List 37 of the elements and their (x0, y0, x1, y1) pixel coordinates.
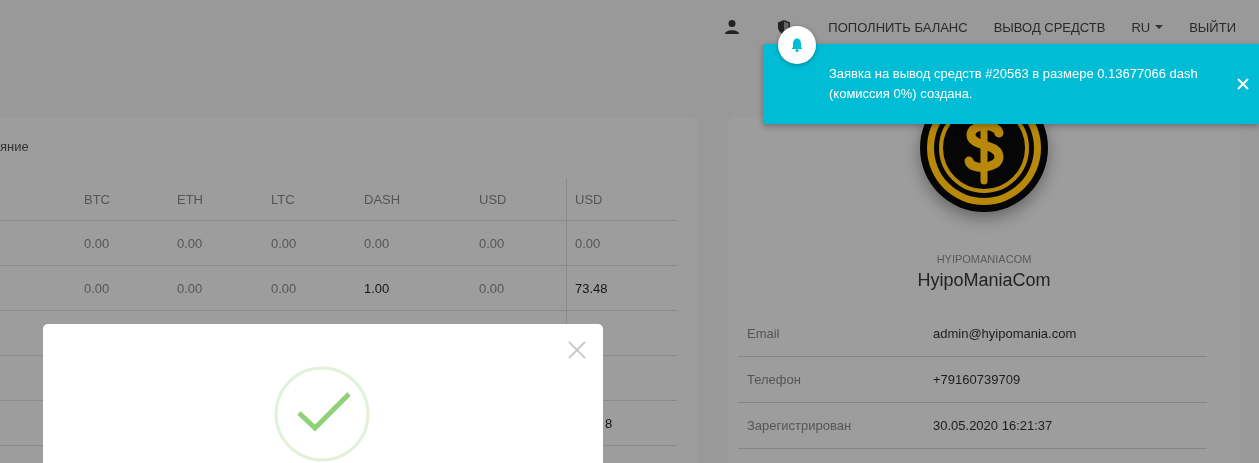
table-cell: 0.00 (84, 280, 110, 296)
field-label: Телефон (747, 372, 802, 387)
nav-link[interactable]: ПОПОЛНИТЬ БАЛАНС (828, 19, 968, 35)
table-cell: 8 (605, 415, 613, 431)
table-cell: 0.00 (479, 235, 505, 251)
card-heading: яние (0, 138, 30, 156)
display-name: HyipoManiaCom (917, 270, 1051, 291)
table-cell: 0.00 (271, 235, 297, 251)
table-cell: 0.00 (575, 235, 601, 251)
table-cell: 73.48 (575, 280, 608, 296)
table-cell: 0.00 (479, 280, 505, 296)
username: HYIPOMANIACOM (936, 253, 1032, 265)
table-cell: 0.00 (84, 235, 110, 251)
column-header: BTC (84, 191, 110, 207)
field-value: admin@hyipomania.com (933, 326, 1077, 341)
caret-icon (1155, 25, 1164, 29)
column-header: DASH (364, 191, 401, 207)
field-label: Зарегистрирован (747, 418, 853, 433)
language-dropdown[interactable]: RU (1131, 19, 1164, 35)
table-cell: 0.00 (364, 235, 390, 251)
table-cell: 0.00 (177, 280, 203, 296)
table-cell: 1.00 (364, 280, 390, 296)
success-check-icon (274, 366, 370, 462)
column-header: ETH (177, 191, 203, 207)
nav-link[interactable]: ВЫВОД СРЕДСТВ (993, 19, 1106, 35)
user-icon[interactable] (724, 19, 741, 35)
field-label: Email (747, 326, 781, 341)
field-value: +79160739709 (933, 372, 1021, 387)
column-header: LTC (271, 191, 295, 207)
table-cell: 0.00 (177, 235, 203, 251)
bell-icon (789, 37, 805, 53)
table-cell: 0.00 (271, 280, 297, 296)
notification-message: Заявка на вывод средств #20563 в размере 0.13677066 dash (комиссия 0%) создана. (829, 65, 1199, 103)
nav-link[interactable]: ВЫЙТИ (1189, 19, 1236, 35)
column-header: USD (575, 191, 603, 207)
field-value: 30.05.2020 16:21:37 (933, 418, 1053, 433)
column-header: USD (479, 191, 507, 207)
